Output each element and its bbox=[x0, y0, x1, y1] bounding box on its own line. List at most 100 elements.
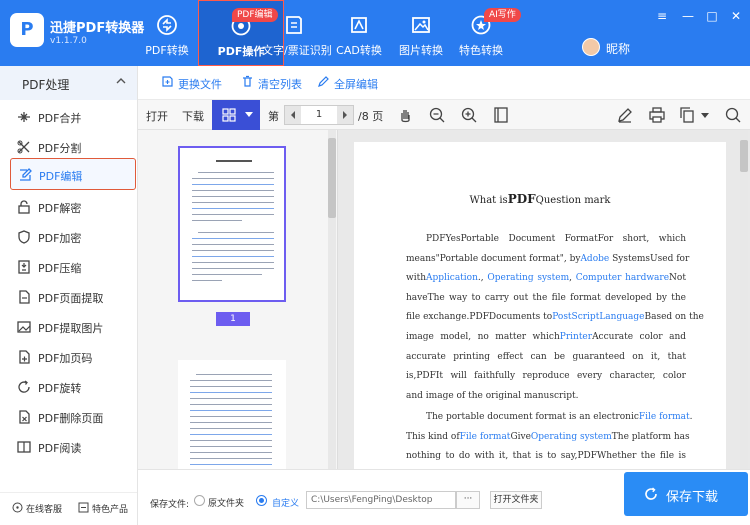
app-name: 迅捷PDF转换器 bbox=[50, 21, 145, 36]
thumb-text-line bbox=[190, 440, 272, 441]
text-line: nothing to do with it, that is to say,PD… bbox=[406, 451, 686, 461]
text-link[interactable]: Printer bbox=[560, 332, 592, 342]
sidebar-item-encrypt[interactable]: PDF加密 bbox=[10, 221, 136, 253]
prev-page-button[interactable] bbox=[285, 106, 301, 124]
user-name[interactable]: 昵称 bbox=[606, 40, 630, 57]
text-link[interactable]: File format bbox=[460, 432, 511, 442]
text-link[interactable]: PostScriptLanguage bbox=[552, 312, 644, 322]
thumb-text-line bbox=[192, 256, 274, 257]
page-number-icon bbox=[19, 350, 30, 364]
caret-down-icon bbox=[245, 112, 253, 117]
text-line: withApplication., Operating system, Comp… bbox=[406, 273, 686, 283]
zoom-out-icon[interactable] bbox=[428, 106, 446, 124]
thumb-text-line bbox=[192, 220, 242, 221]
avatar[interactable] bbox=[582, 38, 600, 56]
nav-ocr[interactable]: 文字/票证识别 bbox=[262, 0, 332, 66]
radio-original-folder[interactable] bbox=[194, 495, 205, 506]
save-path-input[interactable] bbox=[306, 491, 456, 509]
page-total: /8 页 bbox=[358, 110, 384, 123]
radio-custom-folder-label[interactable]: 自定义 bbox=[272, 496, 299, 509]
nav-pdf-convert[interactable]: PDF转换 bbox=[138, 0, 196, 66]
text-run: haveThe way to carry out the file format… bbox=[406, 292, 686, 303]
text-run: . bbox=[689, 412, 693, 422]
fit-page-icon[interactable] bbox=[492, 106, 510, 124]
text-link[interactable]: Computer hardware bbox=[576, 273, 669, 283]
sidebar-item-delete-page[interactable]: PDF删除页面 bbox=[10, 401, 136, 433]
merge-icon bbox=[18, 112, 30, 122]
text-link[interactable]: Application bbox=[426, 273, 478, 283]
pen-icon[interactable] bbox=[616, 106, 634, 124]
replace-icon bbox=[162, 76, 173, 87]
sidebar-item-picture-extract[interactable]: PDF提取图片 bbox=[10, 311, 136, 343]
thumbnail-scrollbar[interactable] bbox=[328, 130, 336, 469]
sidebar-item-merge[interactable]: PDF合并 bbox=[10, 101, 136, 133]
printer-icon[interactable] bbox=[648, 106, 666, 124]
page-input[interactable]: 1 bbox=[301, 109, 337, 120]
document-scrollbar[interactable] bbox=[740, 130, 748, 469]
text-link[interactable]: File format bbox=[639, 412, 690, 422]
sidebar-item-rotate[interactable]: PDF旋转 bbox=[10, 371, 136, 403]
sidebar-item-read[interactable]: PDF阅读 bbox=[10, 431, 136, 463]
hand-icon[interactable] bbox=[396, 106, 414, 124]
thumbnail-page-2[interactable] bbox=[178, 360, 286, 469]
thumbnail-page-1[interactable] bbox=[178, 146, 286, 302]
sidebar-header[interactable]: PDF处理 bbox=[0, 66, 137, 100]
clear-list-button[interactable]: 清空列表 bbox=[243, 75, 302, 92]
download-button[interactable]: 下载 bbox=[182, 108, 204, 124]
radio-custom-folder[interactable] bbox=[256, 495, 267, 506]
open-button[interactable]: 打开 bbox=[146, 108, 168, 124]
thumbnail-panel: 1 bbox=[138, 130, 338, 469]
product-icon bbox=[78, 502, 89, 513]
thumbnail-scrollbar-thumb[interactable] bbox=[328, 138, 336, 218]
open-folder-button[interactable]: 打开文件夹 bbox=[490, 491, 542, 509]
fullscreen-edit-button[interactable]: 全屏编辑 bbox=[318, 76, 378, 92]
text-line: image model, no matter whichPrinterAccur… bbox=[406, 332, 686, 342]
thumb-text-line bbox=[192, 208, 274, 209]
thumb-text-line bbox=[190, 398, 272, 399]
maximize-icon[interactable]: □ bbox=[704, 8, 720, 24]
text-link[interactable]: Operating system bbox=[531, 432, 612, 442]
radio-original-folder-label[interactable]: 原文件夹 bbox=[208, 496, 244, 509]
clear-list-label: 清空列表 bbox=[258, 78, 302, 91]
sidebar-item-page-extract[interactable]: PDF页面提取 bbox=[10, 281, 136, 313]
close-icon[interactable]: ✕ bbox=[728, 8, 744, 24]
sidebar-item-label: PDF删除页面 bbox=[38, 412, 104, 425]
sidebar: PDF处理 PDF合并 PDF分割 PDF编辑 PDF解密 PDF加密 PDF压… bbox=[0, 66, 138, 525]
sidebar-item-compress[interactable]: PDF压缩 bbox=[10, 251, 136, 283]
text-link[interactable]: Adobe bbox=[580, 254, 609, 264]
minimize-icon[interactable]: — bbox=[680, 8, 696, 24]
text-line: This kind ofFile formatGiveOperating sys… bbox=[406, 432, 690, 442]
menu-icon[interactable]: ≡ bbox=[654, 8, 670, 24]
page-stepper[interactable]: 1 bbox=[284, 105, 354, 125]
text-link[interactable]: Operating system bbox=[487, 273, 569, 283]
text-run: The portable document format is an elect… bbox=[426, 412, 639, 422]
thumb-text-line bbox=[190, 380, 272, 381]
sidebar-item-page-number[interactable]: PDF加页码 bbox=[10, 341, 136, 373]
document-scrollbar-thumb[interactable] bbox=[740, 140, 748, 172]
text-line: The portable document format is an elect… bbox=[426, 412, 693, 422]
text-line: PDFYesPortable Document FormatFor short,… bbox=[426, 234, 686, 244]
sidebar-item-edit[interactable]: PDF编辑 bbox=[10, 158, 136, 190]
caret-down-icon[interactable] bbox=[700, 110, 710, 120]
thumb-text-line bbox=[196, 374, 272, 375]
text-run: and image of the original manuscript. bbox=[406, 390, 579, 401]
sidebar-item-label: PDF阅读 bbox=[38, 442, 82, 455]
thumb-text-line bbox=[190, 386, 272, 387]
zoom-in-icon[interactable] bbox=[460, 106, 478, 124]
nav-image[interactable]: 图片转换 bbox=[392, 0, 450, 66]
sidebar-item-decrypt[interactable]: PDF解密 bbox=[10, 191, 136, 223]
online-service-button[interactable]: 在线客服 bbox=[12, 502, 62, 515]
featured-products-button[interactable]: 特色产品 bbox=[78, 502, 128, 515]
save-download-button[interactable]: 保存下载 bbox=[624, 472, 748, 516]
copy-icon[interactable] bbox=[678, 106, 696, 124]
rotate-icon bbox=[18, 380, 30, 393]
replace-file-button[interactable]: 更换文件 bbox=[162, 76, 222, 92]
next-page-button[interactable] bbox=[337, 106, 353, 124]
text-run: Accurate color and bbox=[592, 332, 686, 342]
read-icon bbox=[17, 441, 31, 453]
thumbnail-view-button[interactable] bbox=[212, 100, 260, 130]
browse-button[interactable]: ··· bbox=[456, 491, 480, 509]
unlock-icon bbox=[18, 200, 30, 214]
search-icon[interactable] bbox=[724, 106, 742, 124]
nav-cad[interactable]: CAD转换 bbox=[330, 0, 388, 66]
